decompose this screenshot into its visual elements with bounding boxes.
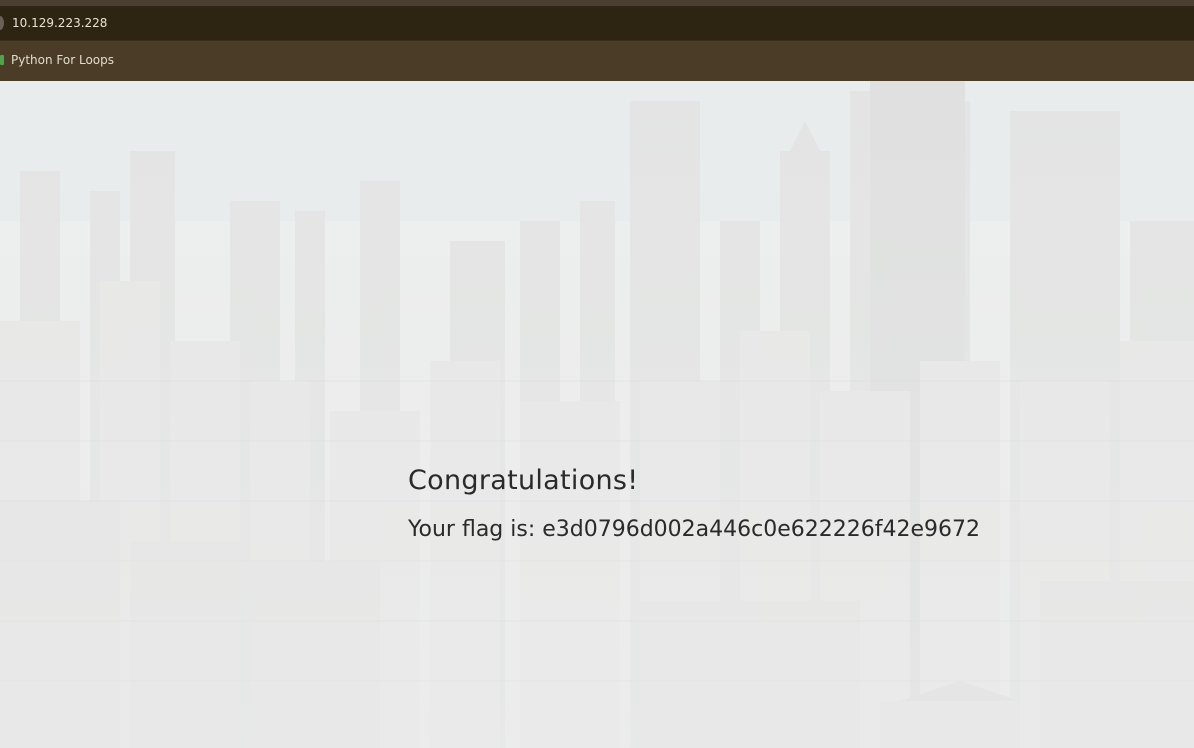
bookmark-python-for-loops[interactable]: Python For Loops [11, 52, 114, 68]
site-info-icon[interactable] [0, 16, 4, 30]
python-icon [0, 55, 4, 65]
page-viewport: Congratulations! Your flag is: e3d0796d0… [0, 81, 1194, 748]
congratulations-heading: Congratulations! [408, 465, 639, 496]
flag-text: Your flag is: e3d0796d002a446c0e622226f4… [408, 517, 981, 542]
city-skyline-background [0, 81, 1194, 748]
message-container: Congratulations! Your flag is: e3d0796d0… [408, 461, 980, 545]
url-text[interactable]: 10.129.223.228 [12, 15, 107, 31]
address-bar[interactable]: 10.129.223.228 [0, 6, 1194, 40]
bookmarks-bar: Python For Loops [0, 40, 1194, 81]
